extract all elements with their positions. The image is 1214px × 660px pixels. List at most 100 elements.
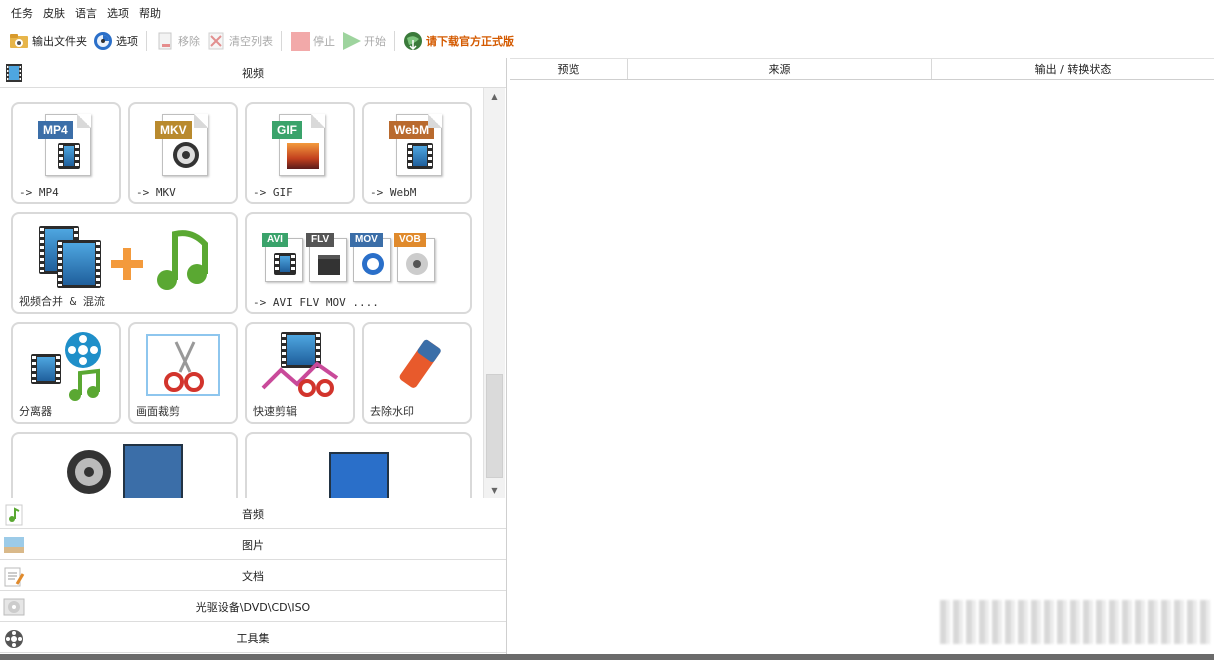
flv-badge: FLV xyxy=(306,233,335,247)
category-disc-label: 光驱设备\DVD\CD\ISO xyxy=(195,600,311,614)
category-document-label: 文档 xyxy=(242,569,264,583)
toolbar-separator xyxy=(146,31,147,51)
tile-to-mp4-label: -> MP4 xyxy=(19,186,59,199)
music-note-icon xyxy=(69,368,100,401)
avi-badge: AVI xyxy=(262,233,288,247)
scroll-up-icon[interactable]: ▲ xyxy=(484,88,505,104)
category-audio-label: 音频 xyxy=(242,507,264,521)
tile-crop-label: 画面裁剪 xyxy=(136,405,180,418)
tile-quick-clip-label: 快速剪辑 xyxy=(253,405,297,418)
column-source[interactable]: 来源 xyxy=(628,59,932,79)
mp4-badge: MP4 xyxy=(38,121,73,139)
tile-crop[interactable]: 画面裁剪 xyxy=(128,322,238,424)
audio-note-icon xyxy=(3,504,25,526)
tile-to-gif[interactable]: GIF -> GIF xyxy=(245,102,355,204)
menu-options[interactable]: 选项 xyxy=(102,5,134,21)
scroll-down-icon[interactable]: ▼ xyxy=(484,482,505,498)
disc-drive-icon xyxy=(3,597,25,617)
options-button[interactable]: 选项 xyxy=(90,29,141,53)
tile-to-mkv-label: -> MKV xyxy=(136,186,176,199)
blurred-watermark xyxy=(940,600,1210,644)
column-preview[interactable]: 预览 xyxy=(510,59,628,79)
mkv-badge: MKV xyxy=(155,121,192,139)
tile-to-avi-flv-mov-label: -> AVI FLV MOV .... xyxy=(253,296,379,309)
category-panel: 视频 MP4 -> MP4 MKV -> MKV GIF -> GIF WebM… xyxy=(0,58,507,654)
menu-language[interactable]: 语言 xyxy=(70,5,102,21)
monitor-camera-icon xyxy=(329,452,389,498)
category-video-label: 视频 xyxy=(242,66,264,80)
options-gear-icon xyxy=(93,31,113,51)
webm-badge: WebM xyxy=(389,121,435,139)
video-tools-grid: MP4 -> MP4 MKV -> MKV GIF -> GIF WebM ->… xyxy=(0,88,482,498)
clear-x-icon xyxy=(206,31,226,51)
tile-to-webm-label: -> WebM xyxy=(370,186,417,199)
tile-video-merge[interactable]: 视频合并 & 混流 xyxy=(11,212,238,314)
tile-to-mp4[interactable]: MP4 -> MP4 xyxy=(11,102,121,204)
remove-file-icon xyxy=(155,31,175,51)
table-header: 预览 来源 输出 / 转换状态 xyxy=(510,58,1214,80)
vertical-scrollbar[interactable]: ▲ ▼ xyxy=(483,88,505,498)
category-tools-header[interactable]: 工具集 xyxy=(0,623,506,653)
flv-format-icon: FLV xyxy=(306,233,347,282)
column-output-status[interactable]: 输出 / 转换状态 xyxy=(932,59,1214,79)
tile-splitter-label: 分离器 xyxy=(19,405,52,418)
category-audio-header[interactable]: 音频 xyxy=(0,499,506,529)
tile-screen-record[interactable] xyxy=(245,432,472,498)
avi-format-icon: AVI xyxy=(262,233,303,282)
category-document-header[interactable]: 文档 xyxy=(0,561,506,591)
tile-remove-watermark-label: 去除水印 xyxy=(370,405,414,418)
tile-to-webm[interactable]: WebM -> WebM xyxy=(362,102,472,204)
vob-format-icon: VOB xyxy=(394,233,435,282)
disc-reel-icon xyxy=(67,450,111,494)
film-icon xyxy=(31,354,61,384)
start-button[interactable]: 开始 xyxy=(338,29,389,53)
remove-button[interactable]: 移除 xyxy=(152,29,203,53)
tile-remove-watermark[interactable]: 去除水印 xyxy=(362,322,472,424)
output-folder-button[interactable]: 输出文件夹 xyxy=(6,29,90,53)
film-reel-icon xyxy=(65,332,101,368)
image-icon xyxy=(3,535,25,555)
category-image-label: 图片 xyxy=(242,538,264,552)
scissors-icon xyxy=(261,361,339,397)
music-note-icon xyxy=(157,230,208,290)
vob-badge: VOB xyxy=(394,233,426,247)
tile-splitter[interactable]: 分离器 xyxy=(11,322,121,424)
mkv-file-icon: MKV xyxy=(155,114,208,176)
globe-download-icon xyxy=(403,31,423,51)
category-tools-label: 工具集 xyxy=(236,631,270,645)
play-icon xyxy=(341,31,361,51)
toolbar-separator xyxy=(394,31,395,51)
gif-badge: GIF xyxy=(272,121,302,139)
menu-task[interactable]: 任务 xyxy=(6,5,38,21)
eraser-icon xyxy=(399,339,441,388)
tile-to-gif-label: -> GIF xyxy=(253,186,293,199)
document-icon xyxy=(3,566,25,587)
download-official-button[interactable]: 请下载官方正式版 xyxy=(400,29,517,53)
category-disc-header[interactable]: 光驱设备\DVD\CD\ISO xyxy=(0,592,506,622)
webm-file-icon: WebM xyxy=(389,114,442,176)
tools-reel-icon xyxy=(3,628,25,648)
menu-skin[interactable]: 皮肤 xyxy=(38,5,70,21)
tile-to-avi-flv-mov[interactable]: AVI FLV MOV VOB -> AVI FLV MOV .... xyxy=(245,212,472,314)
folder-icon xyxy=(9,31,29,51)
menu-help[interactable]: 帮助 xyxy=(134,5,166,21)
scissors-icon xyxy=(164,341,204,392)
tile-video-merge-label: 视频合并 & 混流 xyxy=(19,295,105,308)
clear-list-button[interactable]: 清空列表 xyxy=(203,29,276,53)
stop-button[interactable]: 停止 xyxy=(287,29,338,53)
tile-device-conversion[interactable] xyxy=(11,432,238,498)
toolbar: 输出文件夹 选项 移除 清空列表 停止 开始 请下载官方正式版 xyxy=(0,27,1214,55)
mp4-file-icon: MP4 xyxy=(38,114,91,176)
status-bar xyxy=(0,654,1214,660)
film-strip-icon xyxy=(3,63,25,83)
toolbar-separator xyxy=(281,31,282,51)
scrollbar-thumb[interactable] xyxy=(486,374,503,478)
category-video-header[interactable]: 视频 xyxy=(0,58,506,88)
task-list-table[interactable]: 预览 来源 输出 / 转换状态 xyxy=(510,58,1214,654)
tile-quick-clip[interactable]: 快速剪辑 xyxy=(245,322,355,424)
tile-to-mkv[interactable]: MKV -> MKV xyxy=(128,102,238,204)
film-icon xyxy=(57,240,101,288)
phone-device-icon xyxy=(123,444,183,498)
category-image-header[interactable]: 图片 xyxy=(0,530,506,560)
plus-icon xyxy=(111,248,143,280)
